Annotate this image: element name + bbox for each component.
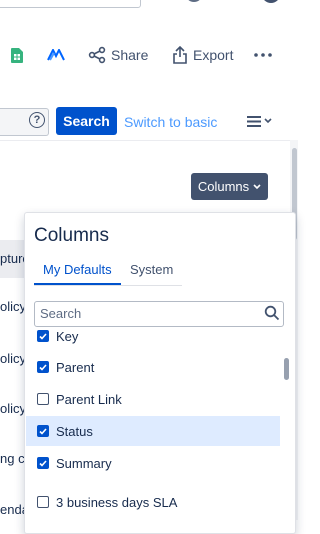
- option-label: Parent Link: [56, 391, 122, 407]
- columns-button[interactable]: Columns: [191, 173, 268, 200]
- spreadsheet-icon[interactable]: [6, 44, 28, 66]
- columns-filter[interactable]: [34, 301, 284, 327]
- columns-button-label: Columns: [197, 179, 250, 194]
- list-item[interactable]: Key: [26, 327, 280, 351]
- list-item[interactable]: Parent Link: [26, 384, 280, 414]
- columns-list-scrollbar-thumb[interactable]: [284, 358, 289, 380]
- help-icon[interactable]: ?: [29, 112, 45, 128]
- switch-to-basic-link[interactable]: Switch to basic: [124, 114, 217, 130]
- header-icon[interactable]: [186, 0, 202, 2]
- export-icon[interactable]: [169, 44, 191, 66]
- tab-system[interactable]: System: [130, 262, 173, 278]
- checkbox-checked-icon[interactable]: [37, 361, 49, 373]
- option-label: 3 business days SLA: [56, 494, 178, 510]
- share-label[interactable]: Share: [111, 47, 148, 63]
- active-tab-indicator: [34, 283, 121, 285]
- checkbox-checked-icon[interactable]: [37, 425, 49, 437]
- table-row[interactable]: olicy: [0, 299, 26, 314]
- list-view-menu-button[interactable]: [247, 112, 277, 130]
- table-row[interactable]: olicy: [0, 351, 26, 366]
- list-item[interactable]: Summary: [26, 448, 280, 478]
- checkbox-checked-icon[interactable]: [37, 330, 49, 342]
- table-row[interactable]: enda: [0, 502, 26, 517]
- checkbox-checked-icon[interactable]: [37, 457, 49, 469]
- export-label[interactable]: Export: [193, 47, 233, 63]
- columns-option-list: Key Parent Parent Link Status Summary 3 …: [26, 327, 280, 520]
- divider: [0, 140, 298, 141]
- table-row[interactable]: ng c: [0, 451, 26, 466]
- list-view-icon: [247, 115, 261, 127]
- avatar[interactable]: [262, 0, 280, 3]
- header-search-field[interactable]: [0, 0, 141, 8]
- option-label: Key: [56, 328, 79, 344]
- share-icon[interactable]: [86, 44, 108, 66]
- list-item[interactable]: Parent: [26, 352, 280, 382]
- option-label: Parent: [56, 359, 95, 375]
- checkbox-unchecked-icon[interactable]: [37, 496, 49, 508]
- chevron-down-icon: [253, 183, 261, 189]
- option-label: Status: [56, 423, 93, 439]
- columns-search-input[interactable]: [35, 302, 255, 324]
- table-row[interactable]: olicy: [0, 401, 26, 416]
- table-row[interactable]: pture: [0, 251, 26, 266]
- more-icon[interactable]: [252, 44, 274, 66]
- columns-popup-title: Columns: [34, 225, 109, 246]
- tab-divider: [34, 285, 182, 286]
- search-icon: [264, 305, 280, 321]
- checkbox-unchecked-icon[interactable]: [37, 393, 49, 405]
- option-label: Summary: [56, 455, 112, 471]
- list-item[interactable]: 3 business days SLA: [26, 487, 280, 517]
- list-item[interactable]: Status: [26, 416, 280, 446]
- search-button[interactable]: Search: [56, 107, 117, 135]
- tab-my-defaults[interactable]: My Defaults: [43, 262, 112, 278]
- chevron-down-icon: [264, 118, 272, 124]
- gantt-icon[interactable]: [45, 44, 67, 66]
